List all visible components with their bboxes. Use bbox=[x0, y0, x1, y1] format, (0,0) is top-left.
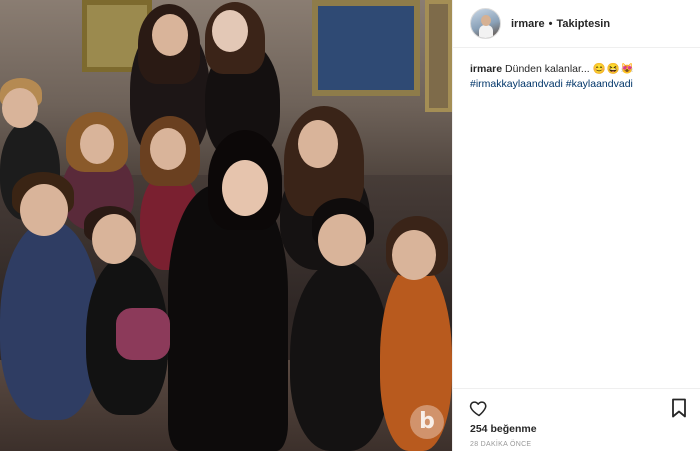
hashtag-link[interactable]: #kaylaandvadi bbox=[566, 78, 633, 90]
bookmark-icon[interactable] bbox=[671, 398, 687, 418]
post-actions: 254 beğenme 28 DAKİKA ÖNCE bbox=[453, 388, 700, 451]
girl-orange-costume-face bbox=[392, 230, 436, 280]
caption-username[interactable]: irmare bbox=[470, 63, 502, 75]
candy-bag bbox=[116, 308, 170, 360]
photo-frame-painting bbox=[312, 0, 420, 96]
boy-bottom-right bbox=[290, 260, 390, 451]
avatar[interactable] bbox=[470, 8, 501, 39]
girl-back-right-face bbox=[212, 10, 248, 52]
girl-right-top-face bbox=[298, 120, 338, 168]
likes-label: beğenme bbox=[490, 423, 537, 435]
boy-bottom-right-face bbox=[318, 214, 366, 266]
watermark-logo: b bbox=[410, 405, 444, 439]
woman-center-face bbox=[222, 160, 268, 216]
caption-text: Dünden kalanlar... bbox=[505, 63, 590, 75]
heart-icon[interactable] bbox=[469, 398, 489, 418]
post-timestamp[interactable]: 28 DAKİKA ÖNCE bbox=[470, 441, 531, 448]
boy-blue-pajama bbox=[0, 220, 100, 420]
header-username[interactable]: irmare bbox=[511, 18, 545, 30]
girl-mid-left-face bbox=[80, 124, 114, 164]
following-button[interactable]: Takiptesin bbox=[557, 18, 611, 30]
header-text: irmare • Takiptesin bbox=[511, 18, 610, 30]
post-side-panel: irmare • Takiptesin irmare Dünden kalanl… bbox=[452, 0, 700, 451]
caption-emojis: 😊😆😻 bbox=[592, 63, 635, 75]
post-caption: irmare Dünden kalanlar... 😊😆😻 #irmakkayl… bbox=[470, 62, 690, 92]
caption-hashtags: #irmakkaylaandvadi #kaylaandvadi bbox=[470, 78, 633, 90]
boy-blue-pajama-face bbox=[20, 184, 68, 236]
photo-frame-right bbox=[425, 0, 452, 112]
girl-striped-face bbox=[150, 128, 186, 170]
hashtag-link[interactable]: #irmakkaylaandvadi bbox=[470, 78, 563, 90]
boy-black-shirt-face bbox=[92, 214, 136, 264]
post-header: irmare • Takiptesin bbox=[453, 0, 700, 48]
header-separator: • bbox=[548, 17, 553, 30]
post-photo[interactable]: b bbox=[0, 0, 452, 451]
likes-number: 254 bbox=[470, 423, 488, 435]
girl-back-left-face bbox=[152, 14, 188, 56]
boy-far-left-face bbox=[2, 88, 38, 128]
likes-count[interactable]: 254 beğenme bbox=[470, 423, 537, 435]
